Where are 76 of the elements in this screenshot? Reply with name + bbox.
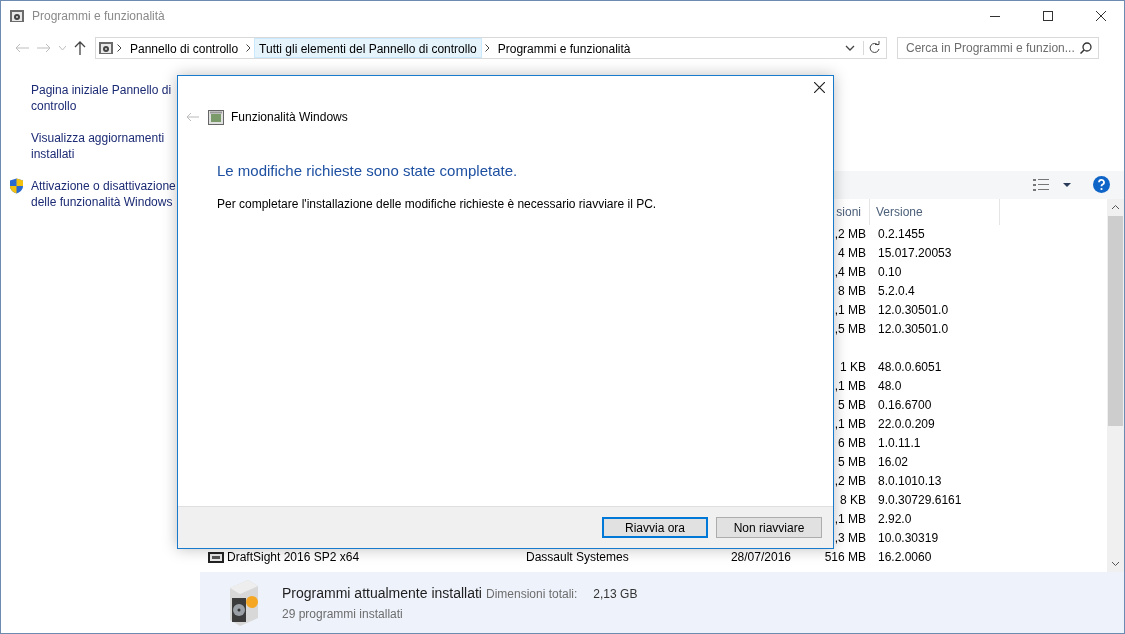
- table-cell-text: DraftSight 2016 SP2 x64: [227, 548, 360, 566]
- address-bar[interactable]: Pannello di controllo Tutti gli elementi del Pannello di controllo Programmi e funzionalità: [95, 36, 887, 59]
- dialog-button[interactable]: Non riavviare: [716, 517, 822, 538]
- search-icon: [1080, 41, 1092, 54]
- dialog-title: Funzionalità Windows: [231, 110, 348, 124]
- table-cell: 22.0.0.209: [878, 416, 935, 431]
- help-icon[interactable]: [1093, 176, 1110, 194]
- table-cell: 5.2.0.4: [878, 283, 915, 298]
- table-cell: 48.0: [878, 378, 902, 393]
- table-cell: ,2 MB: [834, 226, 866, 241]
- table-cell: 2.92.0: [878, 511, 912, 526]
- column-header[interactable]: Versione: [870, 198, 1000, 225]
- program-icon: [208, 550, 224, 565]
- sidebar-link[interactable]: Attivazione o disattivazione delle funzionalità Windows: [31, 178, 177, 210]
- window-features-icon: [208, 109, 224, 125]
- dialog-heading: Le modifiche richieste sono state completate.: [217, 162, 519, 179]
- table-cell: 28/07/2016: [730, 549, 791, 564]
- shield-icon: [9, 178, 24, 194]
- table-cell: 5 MB: [838, 454, 866, 469]
- breadcrumb[interactable]: Programmi e funzionalità: [492, 37, 636, 58]
- chevron-icon[interactable]: [246, 43, 252, 52]
- scrollbar-thumb[interactable]: [1108, 215, 1123, 426]
- table-cell: 48.0.0.6051: [878, 359, 942, 374]
- caret-icon[interactable]: [1063, 182, 1071, 187]
- size-label: Dimensioni totali:: [486, 586, 578, 601]
- table-cell: 0.2.1455: [878, 226, 925, 241]
- close-icon[interactable]: [1096, 11, 1106, 21]
- breadcrumb[interactable]: Tutti gli elementi del Pannello di controllo: [254, 37, 482, 58]
- table-cell: ,1 MB: [834, 302, 866, 317]
- table-cell: 5 MB: [838, 397, 866, 412]
- close-icon[interactable]: [814, 82, 825, 93]
- table-cell: 0.16.6700: [878, 397, 932, 412]
- up-icon[interactable]: [74, 40, 86, 55]
- table-cell: 12.0.30501.0: [878, 321, 949, 336]
- location-icon: [98, 39, 114, 56]
- table-cell: 516 MB: [824, 549, 866, 564]
- maximize-icon[interactable]: [1043, 11, 1053, 21]
- table-cell: 10.0.30319: [878, 530, 939, 545]
- chevron-icon[interactable]: [117, 43, 122, 52]
- table-cell: 9.0.30729.6161: [878, 492, 962, 507]
- table-cell: 16.02: [878, 454, 909, 469]
- scrollbar[interactable]: [1107, 198, 1124, 573]
- table-cell: ,1 MB: [834, 416, 866, 431]
- table-cell: 12.0.30501.0: [878, 302, 949, 317]
- dropdown-icon[interactable]: [845, 44, 855, 51]
- breadcrumb[interactable]: Pannello di controllo: [125, 37, 244, 58]
- table-cell: 0.10: [878, 264, 902, 279]
- table-cell: ,5 MB: [834, 321, 866, 336]
- table-cell: ,1 MB: [834, 378, 866, 393]
- details-title: Programmi attualmente installati: [282, 584, 482, 601]
- table-cell: 15.017.20053: [878, 245, 952, 260]
- table-cell: Dassault Systemes: [526, 549, 629, 564]
- table-cell: 6 MB: [838, 435, 866, 450]
- table-cell: 1.0.11.1: [878, 435, 921, 450]
- table-cell: 8 MB: [838, 283, 866, 298]
- table-cell: 4 MB: [838, 245, 866, 260]
- table-cell: 1 KB: [840, 359, 866, 374]
- dialog-button[interactable]: Riavvia ora: [602, 517, 708, 538]
- dialog-message: Per completare l'installazione delle modifiche richieste è necessario riavviare il PC.: [217, 197, 658, 211]
- view-options-icon[interactable]: [1033, 178, 1049, 191]
- search-field[interactable]: Cerca in Programmi e funzion...: [897, 36, 1099, 59]
- program-count: 29 programmi installati: [282, 606, 404, 621]
- refresh-icon[interactable]: [863, 40, 882, 55]
- table-cell: 8 KB: [840, 492, 866, 507]
- table-cell: ,2 MB: [834, 473, 866, 488]
- table-cell: 8.0.1010.13: [878, 473, 942, 488]
- app-icon: [9, 8, 25, 24]
- chevron-icon[interactable]: [484, 43, 490, 52]
- window-title: Programmi e funzionalità: [32, 9, 166, 23]
- table-cell: ,1 MB: [834, 511, 866, 526]
- table-cell: 16.2.0060: [878, 549, 932, 564]
- size-value: 2,13 GB: [593, 586, 638, 601]
- table-cell: ,4 MB: [834, 264, 866, 279]
- sidebar-link[interactable]: Visualizza aggiornamenti installati: [31, 130, 177, 162]
- table-cell: ,3 MB: [834, 530, 866, 545]
- sidebar-link[interactable]: Pagina iniziale Pannello di controllo: [31, 82, 177, 114]
